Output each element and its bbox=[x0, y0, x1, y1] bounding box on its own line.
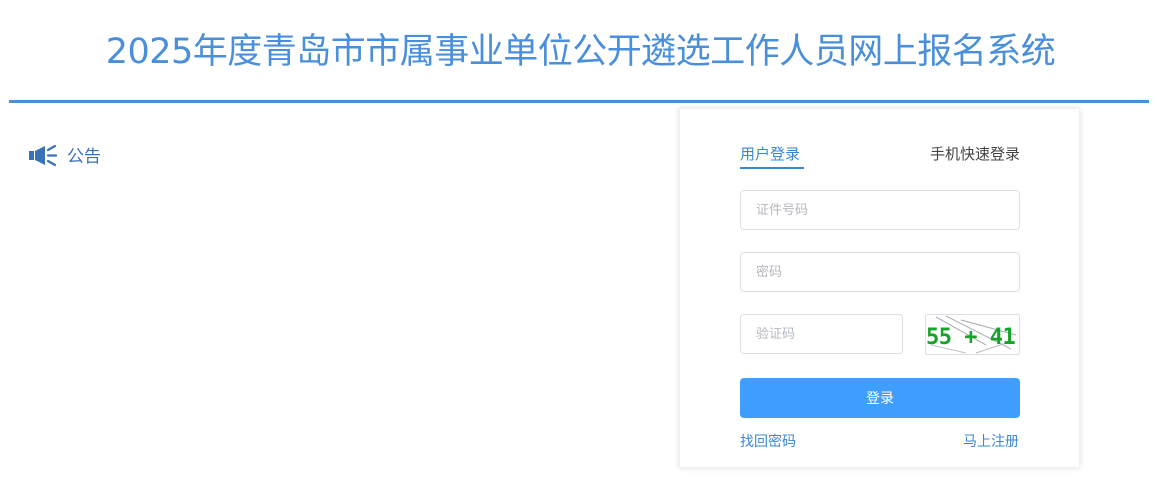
page: 2025年度青岛市市属事业单位公开遴选工作人员网上报名系统 公告 用户登录 手机… bbox=[0, 0, 1161, 499]
register-link[interactable]: 马上注册 bbox=[963, 431, 1019, 451]
header-divider bbox=[9, 100, 1149, 103]
page-title: 2025年度青岛市市属事业单位公开遴选工作人员网上报名系统 bbox=[105, 32, 1056, 72]
notice-heading: 公告 bbox=[29, 142, 101, 167]
megaphone-icon bbox=[29, 144, 57, 166]
forgot-password-link[interactable]: 找回密码 bbox=[740, 431, 796, 451]
login-tabs: 用户登录 手机快速登录 bbox=[740, 143, 1020, 169]
tab-phone-login[interactable]: 手机快速登录 bbox=[930, 143, 1020, 165]
id-number-input[interactable] bbox=[740, 190, 1020, 230]
tab-user-login[interactable]: 用户登录 bbox=[740, 143, 800, 165]
login-button[interactable]: 登录 bbox=[740, 378, 1020, 418]
notice-label: 公告 bbox=[67, 147, 101, 167]
password-input[interactable] bbox=[740, 252, 1020, 292]
captcha-image[interactable]: 55 + 41 = ? bbox=[925, 314, 1020, 355]
captcha-input[interactable] bbox=[740, 314, 903, 354]
login-card: 用户登录 手机快速登录 55 + 41 = ? 登录 找回密码 马上注册 bbox=[679, 108, 1080, 468]
active-tab-indicator bbox=[740, 167, 804, 169]
header: 2025年度青岛市市属事业单位公开遴选工作人员网上报名系统 bbox=[0, 0, 1161, 104]
captcha-text: 55 + 41 = ? bbox=[926, 325, 1019, 350]
